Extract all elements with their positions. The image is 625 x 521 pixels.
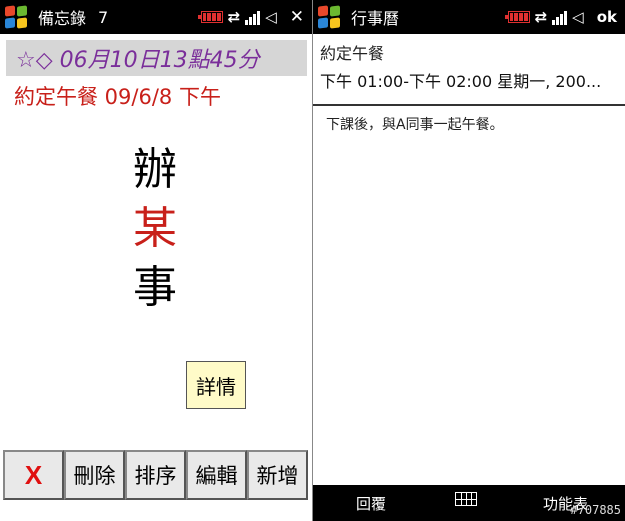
sync-arrows-icon: ⇄ [534, 7, 548, 26]
windows-logo-icon[interactable] [317, 5, 341, 29]
date-header: ☆◇ 06月10日13點45分 [6, 40, 307, 76]
separator [313, 104, 625, 106]
event-line[interactable]: 約定午餐 09/6/8 下午 [14, 81, 304, 111]
memo-char-3: 事 [133, 262, 177, 313]
edit-button[interactable]: 編輯 [186, 450, 247, 500]
app-title: 行事曆 [351, 9, 400, 28]
memo-screen: 備忘錄 7 ⇄ ◁ ✕ ☆◇ 06月10日13點45分 約定午餐 09/6/8 … [0, 0, 312, 521]
signal-icon [552, 9, 568, 25]
ok-button[interactable]: ok [597, 8, 617, 26]
event-note: 下課後，與A同事一起午餐。 [326, 117, 504, 133]
battery-icon [504, 11, 530, 23]
status-bar: 行事曆 ⇄ ◁ ok [313, 0, 625, 34]
sort-button[interactable]: 排序 [125, 450, 186, 500]
memo-text: 辦 某 事 [130, 140, 180, 317]
status-icons: ⇄ ◁ ok [504, 0, 617, 34]
keyboard-icon[interactable] [455, 492, 477, 506]
windows-logo-icon[interactable] [4, 5, 28, 29]
delete-button[interactable]: 刪除 [64, 450, 125, 500]
memo-char-1: 辦 [133, 144, 177, 195]
memo-count: 7 [98, 7, 109, 27]
toolbar: X 刪除 排序 編輯 新增 [3, 450, 309, 500]
event-time: 下午 01:00-下午 02:00 星期一, 200... [320, 72, 602, 91]
memo-char-2: 某 [133, 203, 177, 254]
speaker-muted-icon: ◁ [265, 7, 277, 26]
sync-arrows-icon: ⇄ [227, 7, 241, 26]
status-icons: ⇄ ◁ ✕ [197, 0, 304, 34]
reply-softkey[interactable]: 回覆 [356, 493, 386, 514]
detail-button[interactable]: 詳情 [186, 361, 246, 409]
speaker-muted-icon: ◁ [572, 7, 584, 26]
status-bar: 備忘錄 7 ⇄ ◁ ✕ [0, 0, 312, 34]
delete-x-button[interactable]: X [3, 450, 64, 500]
app-title: 備忘錄 [38, 9, 87, 28]
event-title: 約定午餐 [320, 44, 385, 63]
signal-icon [245, 9, 261, 25]
calendar-screen: 行事曆 ⇄ ◁ ok 約定午餐 下午 01:00-下午 02:00 星期一, 2… [313, 0, 625, 521]
watermark: #707885 [570, 503, 621, 517]
new-button[interactable]: 新增 [247, 450, 308, 500]
battery-icon [197, 11, 223, 23]
close-button[interactable]: ✕ [290, 7, 304, 27]
